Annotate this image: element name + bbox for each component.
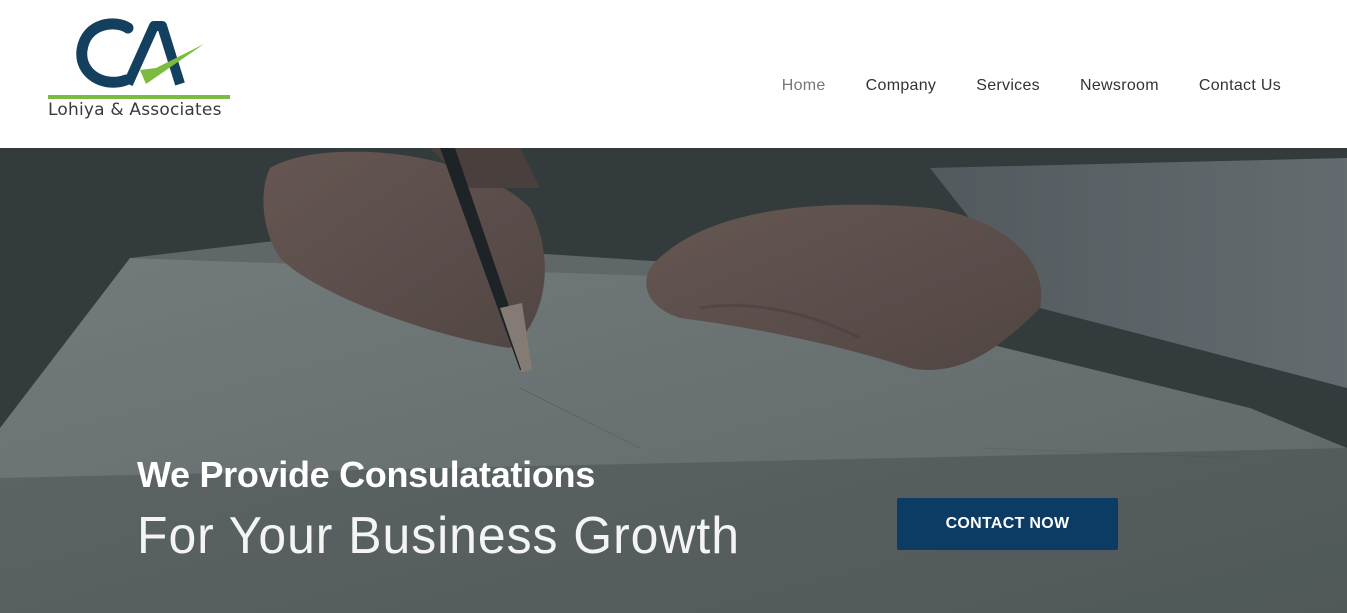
main-nav: Home Company Services Newsroom Contact U… (782, 77, 1281, 95)
contact-now-button[interactable]: CONTACT NOW (897, 498, 1118, 550)
nav-contact-us[interactable]: Contact Us (1199, 77, 1281, 95)
hero-title: We Provide Consulatations (137, 454, 595, 495)
ca-logo-mark-icon (76, 18, 204, 88)
logo-underline (48, 95, 230, 99)
site-header: Lohiya & Associates Home Company Service… (0, 0, 1347, 148)
company-logo[interactable]: Lohiya & Associates (46, 18, 232, 124)
nav-company[interactable]: Company (866, 77, 937, 95)
logo-text: Lohiya & Associates (48, 100, 222, 120)
hero-subtitle: For Your Business Growth (137, 507, 740, 565)
nav-services[interactable]: Services (976, 77, 1040, 95)
nav-newsroom[interactable]: Newsroom (1080, 77, 1159, 95)
hero-banner: We Provide Consulatations For Your Busin… (0, 148, 1347, 613)
nav-home[interactable]: Home (782, 77, 826, 95)
